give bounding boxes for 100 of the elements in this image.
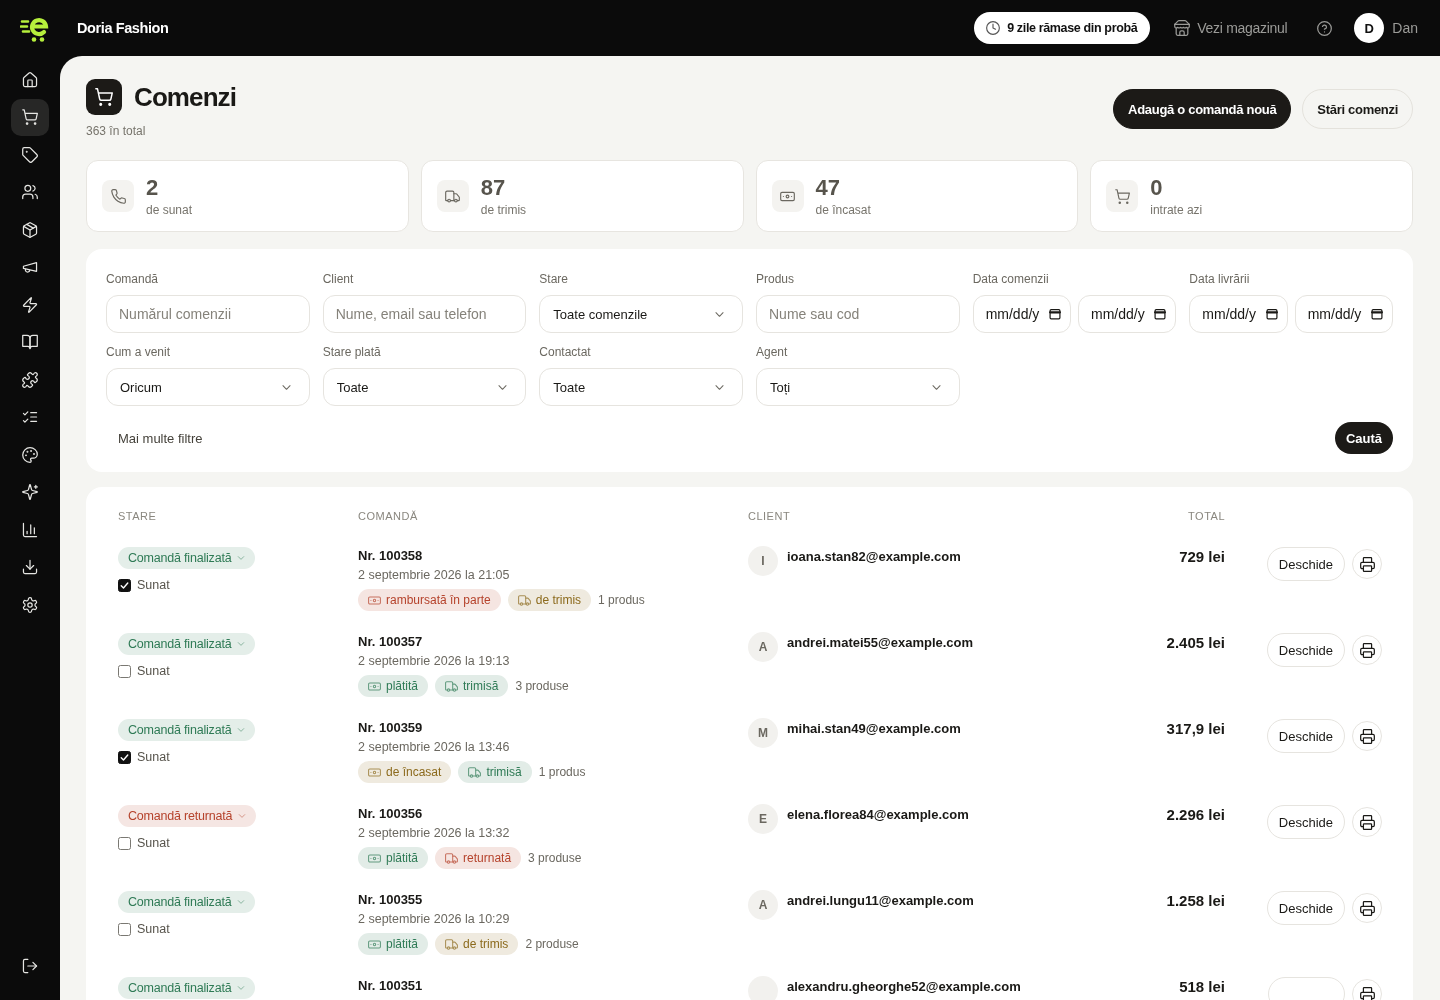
sidebar-item[interactable] — [11, 98, 49, 136]
users-icon — [22, 184, 38, 201]
order-date: 2 septembrie 2026 la 19:13 — [358, 653, 510, 669]
megaphone-icon — [22, 259, 38, 276]
field-label: Cum a venit — [106, 344, 172, 360]
checkbox[interactable] — [118, 750, 131, 764]
checkbox[interactable] — [118, 664, 131, 678]
client-email: andrei.lungu11@example.com — [787, 892, 974, 909]
phone-icon — [102, 180, 134, 212]
printer-icon — [1359, 900, 1375, 916]
order-date: 2 septembrie 2026 la 13:46 — [358, 739, 510, 755]
open-button[interactable]: Deschide — [1266, 805, 1345, 839]
bar-chart-icon — [22, 521, 38, 538]
field-label: Produs — [756, 271, 796, 287]
truck-icon — [436, 180, 469, 212]
order-number: Nr. 100358 — [358, 548, 423, 564]
calendar-icon — [1265, 308, 1278, 320]
checkmark-icon — [120, 580, 129, 590]
field-label: Stare plată — [322, 344, 382, 360]
more-filters-button[interactable]: Mai multe filtre — [106, 422, 215, 454]
checkbox[interactable] — [118, 836, 131, 850]
tag-label: de trimis — [535, 593, 582, 607]
palette-icon — [22, 446, 38, 463]
calendar-icon — [1049, 308, 1061, 320]
checkbox-label: Sunat — [137, 835, 170, 851]
date-field[interactable]: mm/dd/y — [1189, 295, 1288, 333]
truck-icon — [517, 593, 531, 607]
input-field[interactable]: Numărul comenzii — [106, 295, 310, 333]
order-total: 729 lei — [1178, 547, 1225, 567]
printer-icon — [1359, 728, 1375, 744]
book-icon — [22, 334, 38, 351]
order-date: 2 septembrie 2026 la 13:32 — [358, 825, 510, 841]
order-date: 2 septembrie 2026 la 10:29 — [358, 911, 510, 927]
order-states-button[interactable]: Stări comenzi — [1302, 89, 1413, 129]
tag-label: plătită — [386, 851, 419, 865]
add-order-button[interactable]: Adaugă o comandă nouă — [1113, 89, 1292, 129]
store-link[interactable]: Vezi magazinul — [1174, 20, 1288, 36]
dropdown[interactable]: Toți — [756, 368, 960, 406]
print-button[interactable] — [1352, 893, 1382, 923]
open-button[interactable]: Deschide — [1266, 633, 1345, 667]
sparkles-icon — [22, 484, 38, 501]
field-label: Stare — [539, 271, 569, 287]
status-dropdown[interactable]: Comandă returnată — [118, 805, 257, 827]
truck-icon — [445, 937, 459, 951]
client-avatar: A — [748, 890, 778, 920]
chevron-down-icon — [236, 725, 247, 735]
cart-icon — [86, 79, 122, 115]
date-field[interactable]: mm/dd/y — [1294, 295, 1393, 333]
checkbox[interactable] — [118, 578, 131, 592]
checkbox[interactable] — [118, 922, 131, 936]
tag-label: trimisă — [486, 765, 522, 779]
stat-value: 87 — [480, 174, 507, 201]
tag-label: plătită — [386, 937, 419, 951]
status-dropdown[interactable]: Comandă finalizată — [118, 891, 256, 913]
help-icon[interactable] — [1317, 20, 1333, 36]
truck-icon — [445, 851, 459, 865]
print-button[interactable] — [1352, 635, 1382, 665]
printer-icon — [1359, 556, 1375, 572]
dropdown[interactable]: Toate comenzile — [539, 295, 743, 333]
column-header: COMANDĂ — [358, 509, 419, 523]
home-icon — [22, 71, 38, 88]
dropdown[interactable]: Toate — [322, 368, 527, 406]
open-button[interactable]: Deschide — [1266, 719, 1345, 753]
stat-label: de încasat — [815, 201, 871, 218]
tag-label: de încasat — [386, 765, 442, 779]
input-field[interactable]: Nume, email sau telefon — [322, 295, 527, 333]
tag-label: de trimis — [463, 937, 509, 951]
client-email: andrei.matei55@example.com — [787, 634, 974, 651]
status-dropdown[interactable]: Comandă finalizată — [118, 977, 256, 999]
trial-button[interactable]: 9 zile rămase din probă — [974, 12, 1151, 44]
field-label: Data comenzii — [972, 271, 1050, 287]
print-button[interactable] — [1352, 721, 1382, 751]
print-button[interactable] — [1352, 549, 1382, 579]
client-avatar: E — [748, 804, 778, 834]
status-dropdown[interactable]: Comandă finalizată — [118, 547, 256, 569]
print-button[interactable] — [1352, 979, 1382, 1000]
print-button[interactable] — [1352, 807, 1382, 837]
item-count: 3 produse — [515, 679, 569, 693]
order-total: 518 lei — [1178, 977, 1225, 997]
client-email: elena.florea84@example.com — [787, 806, 969, 823]
clock-icon — [986, 21, 1001, 35]
checkbox-label: Sunat — [137, 577, 170, 593]
order-number: Nr. 100357 — [358, 634, 423, 650]
user-avatar[interactable]: D — [1354, 13, 1385, 43]
input-field[interactable]: Nume sau cod — [756, 295, 960, 333]
open-button[interactable]: Deschide — [1266, 547, 1345, 581]
status-dropdown[interactable]: Comandă finalizată — [118, 719, 256, 741]
dropdown[interactable]: Oricum — [106, 368, 310, 406]
open-button[interactable]: Deschide — [1266, 891, 1345, 925]
banknote-icon — [368, 593, 381, 607]
status-dropdown[interactable]: Comandă finalizată — [118, 633, 256, 655]
dropdown[interactable]: Toate — [539, 368, 743, 406]
printer-icon — [1359, 814, 1375, 830]
store-icon — [1174, 20, 1191, 36]
printer-icon — [1359, 642, 1375, 658]
search-button[interactable]: Caută — [1334, 422, 1393, 454]
box-icon — [22, 221, 38, 238]
lightning-icon — [22, 296, 38, 313]
date-field[interactable]: mm/dd/y — [972, 295, 1071, 333]
date-field[interactable]: mm/dd/y — [1078, 295, 1177, 333]
